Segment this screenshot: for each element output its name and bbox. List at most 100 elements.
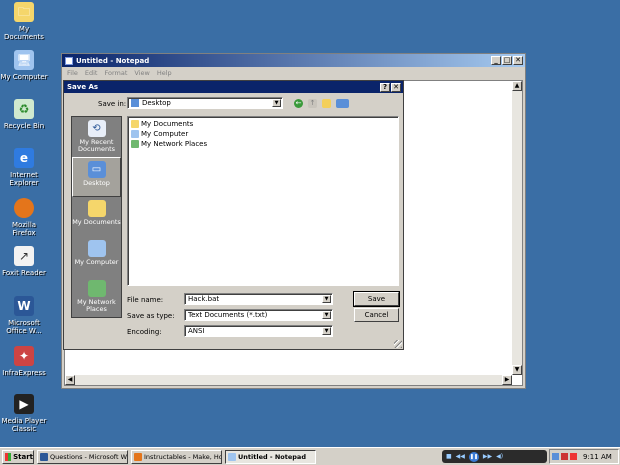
place-my-computer[interactable]: My Computer: [72, 237, 121, 277]
scroll-left-icon[interactable]: ◀: [65, 375, 75, 385]
list-item[interactable]: My Documents: [131, 119, 395, 129]
file-label: My Documents: [141, 120, 194, 128]
taskbar-item-notepad[interactable]: Untitled - Notepad: [225, 449, 316, 464]
menu-edit[interactable]: Edit: [85, 69, 98, 77]
place-recent-documents[interactable]: ⟲ My Recent Documents: [72, 117, 121, 157]
recycle-bin-icon: ♻: [14, 99, 34, 119]
place-label: My Documents: [72, 218, 121, 226]
notepad-icon: [228, 452, 236, 461]
close-button[interactable]: ✕: [513, 56, 523, 65]
place-network-places[interactable]: My Network Places: [72, 277, 121, 317]
scroll-right-icon[interactable]: ▶: [502, 375, 512, 385]
list-item[interactable]: My Computer: [131, 129, 395, 139]
place-label: Desktop: [83, 179, 110, 187]
places-bar: ⟲ My Recent Documents ▭ Desktop My Docum…: [71, 116, 122, 318]
save-as-title-bar[interactable]: Save As ? ✕: [64, 81, 403, 93]
next-icon[interactable]: ▶▶: [483, 453, 492, 460]
menu-file[interactable]: File: [67, 69, 78, 77]
notepad-menu-bar: File Edit Format View Help: [62, 67, 525, 78]
desktop-icon-internet-explorer[interactable]: e Internet Explorer: [0, 148, 48, 187]
desktop-icon: ▭: [87, 161, 106, 178]
desktop-icon-label: Foxit Reader: [2, 269, 46, 277]
place-label: My Network Places: [77, 298, 116, 313]
menu-view[interactable]: View: [134, 69, 149, 77]
place-label: My Recent Documents: [77, 138, 116, 153]
security-alert-icon[interactable]: [570, 453, 577, 460]
save-in-combo[interactable]: Desktop ▼: [127, 97, 283, 109]
help-button[interactable]: ?: [380, 82, 390, 92]
chevron-down-icon[interactable]: ▼: [322, 295, 331, 303]
desktop-icon-infraexpress[interactable]: ✦ InfraExpress: [0, 346, 48, 377]
save-as-type-value: Text Documents (*.txt): [188, 311, 268, 319]
desktop-icon-foxit-reader[interactable]: ↗ Foxit Reader: [0, 246, 48, 277]
network-tray-icon[interactable]: [552, 453, 559, 460]
desktop-icon-my-documents[interactable]: 🗀 My Documents: [0, 2, 48, 41]
media-player-toolbar: ■ ◀◀ ❚❚ ▶▶ ◀): [442, 450, 547, 463]
save-as-dialog: Save As ? ✕ Save in: Desktop ▼ ← ↑ ⟲ My …: [63, 80, 404, 350]
desktop-icon-label: Recycle Bin: [3, 122, 45, 130]
scroll-up-icon[interactable]: ▲: [512, 81, 522, 91]
scroll-down-icon[interactable]: ▼: [512, 365, 522, 375]
resize-grip-icon[interactable]: [394, 340, 402, 348]
notepad-title-bar[interactable]: Untitled - Notepad _ □ ✕: [62, 54, 525, 67]
taskbar: Start Questions - Microsoft Word Instruc…: [0, 447, 620, 465]
previous-icon[interactable]: ◀◀: [456, 453, 465, 460]
desktop-icon-my-computer[interactable]: 🖥 My Computer: [0, 50, 48, 81]
antivirus-tray-icon[interactable]: [561, 453, 568, 460]
encoding-value: ANSI: [188, 327, 205, 335]
volume-icon[interactable]: ◀): [496, 453, 503, 460]
network-places-icon: [87, 280, 106, 297]
place-label: My Computer: [74, 258, 119, 266]
chevron-down-icon[interactable]: ▼: [272, 99, 281, 107]
foxit-reader-icon: ↗: [14, 246, 34, 266]
menu-help[interactable]: Help: [157, 69, 172, 77]
place-my-documents[interactable]: My Documents: [72, 197, 121, 237]
chevron-down-icon[interactable]: ▼: [322, 327, 331, 335]
minimize-button[interactable]: _: [491, 56, 501, 65]
vertical-scrollbar[interactable]: ▲ ▼: [512, 81, 522, 375]
list-item[interactable]: My Network Places: [131, 139, 395, 149]
save-in-value: Desktop: [142, 99, 171, 107]
desktop-icon-media-player[interactable]: ▶ Media Player Classic: [0, 394, 48, 433]
desktop-icon-label: InfraExpress: [2, 369, 46, 377]
file-list[interactable]: My Documents My Computer My Network Plac…: [127, 116, 399, 286]
save-as-type-select[interactable]: Text Documents (*.txt) ▼: [184, 309, 333, 321]
up-folder-icon[interactable]: ↑: [308, 99, 317, 108]
file-name-field[interactable]: Hack.bat ▼: [184, 293, 333, 305]
my-documents-icon: [87, 200, 106, 217]
menu-format[interactable]: Format: [104, 69, 127, 77]
dialog-close-button[interactable]: ✕: [391, 82, 401, 92]
back-icon[interactable]: ←: [294, 99, 303, 108]
word-icon: [40, 452, 48, 461]
cancel-button[interactable]: Cancel: [354, 308, 399, 322]
encoding-select[interactable]: ANSI ▼: [184, 325, 333, 337]
chevron-down-icon[interactable]: ▼: [322, 311, 331, 319]
task-label: Questions - Microsoft Word: [50, 452, 127, 461]
system-tray: 9:11 AM: [549, 449, 619, 464]
views-menu-icon[interactable]: [336, 99, 349, 108]
place-desktop[interactable]: ▭ Desktop: [72, 157, 121, 197]
taskbar-item-instructables[interactable]: Instructables - Make, Ho...: [131, 449, 222, 464]
desktop-icon-label: My Documents: [4, 25, 44, 41]
desktop-icon-recycle-bin[interactable]: ♻ Recycle Bin: [0, 99, 48, 130]
new-folder-icon[interactable]: [322, 99, 331, 108]
desktop-small-icon: [131, 99, 139, 107]
start-button[interactable]: Start: [2, 449, 34, 464]
stop-icon[interactable]: ■: [446, 453, 452, 460]
media-player-icon: ▶: [14, 394, 34, 414]
infraexpress-icon: ✦: [14, 346, 34, 366]
windows-flag-icon: [5, 452, 12, 461]
desktop-icon-firefox[interactable]: Mozilla Firefox: [0, 198, 48, 237]
notepad-icon: [65, 56, 73, 65]
desktop-icon-label: Media Player Classic: [1, 417, 47, 433]
clock[interactable]: 9:11 AM: [583, 453, 612, 461]
pause-icon[interactable]: ❚❚: [468, 451, 479, 462]
recent-documents-icon: ⟲: [87, 120, 106, 137]
maximize-button[interactable]: □: [502, 56, 512, 65]
file-name-value: Hack.bat: [188, 295, 220, 303]
save-button[interactable]: Save: [353, 291, 400, 307]
my-computer-icon: 🖥: [14, 50, 34, 70]
horizontal-scrollbar[interactable]: ◀ ▶: [65, 375, 512, 385]
taskbar-item-word[interactable]: Questions - Microsoft Word: [37, 449, 128, 464]
desktop-icon-word[interactable]: W Microsoft Office W...: [0, 296, 48, 335]
